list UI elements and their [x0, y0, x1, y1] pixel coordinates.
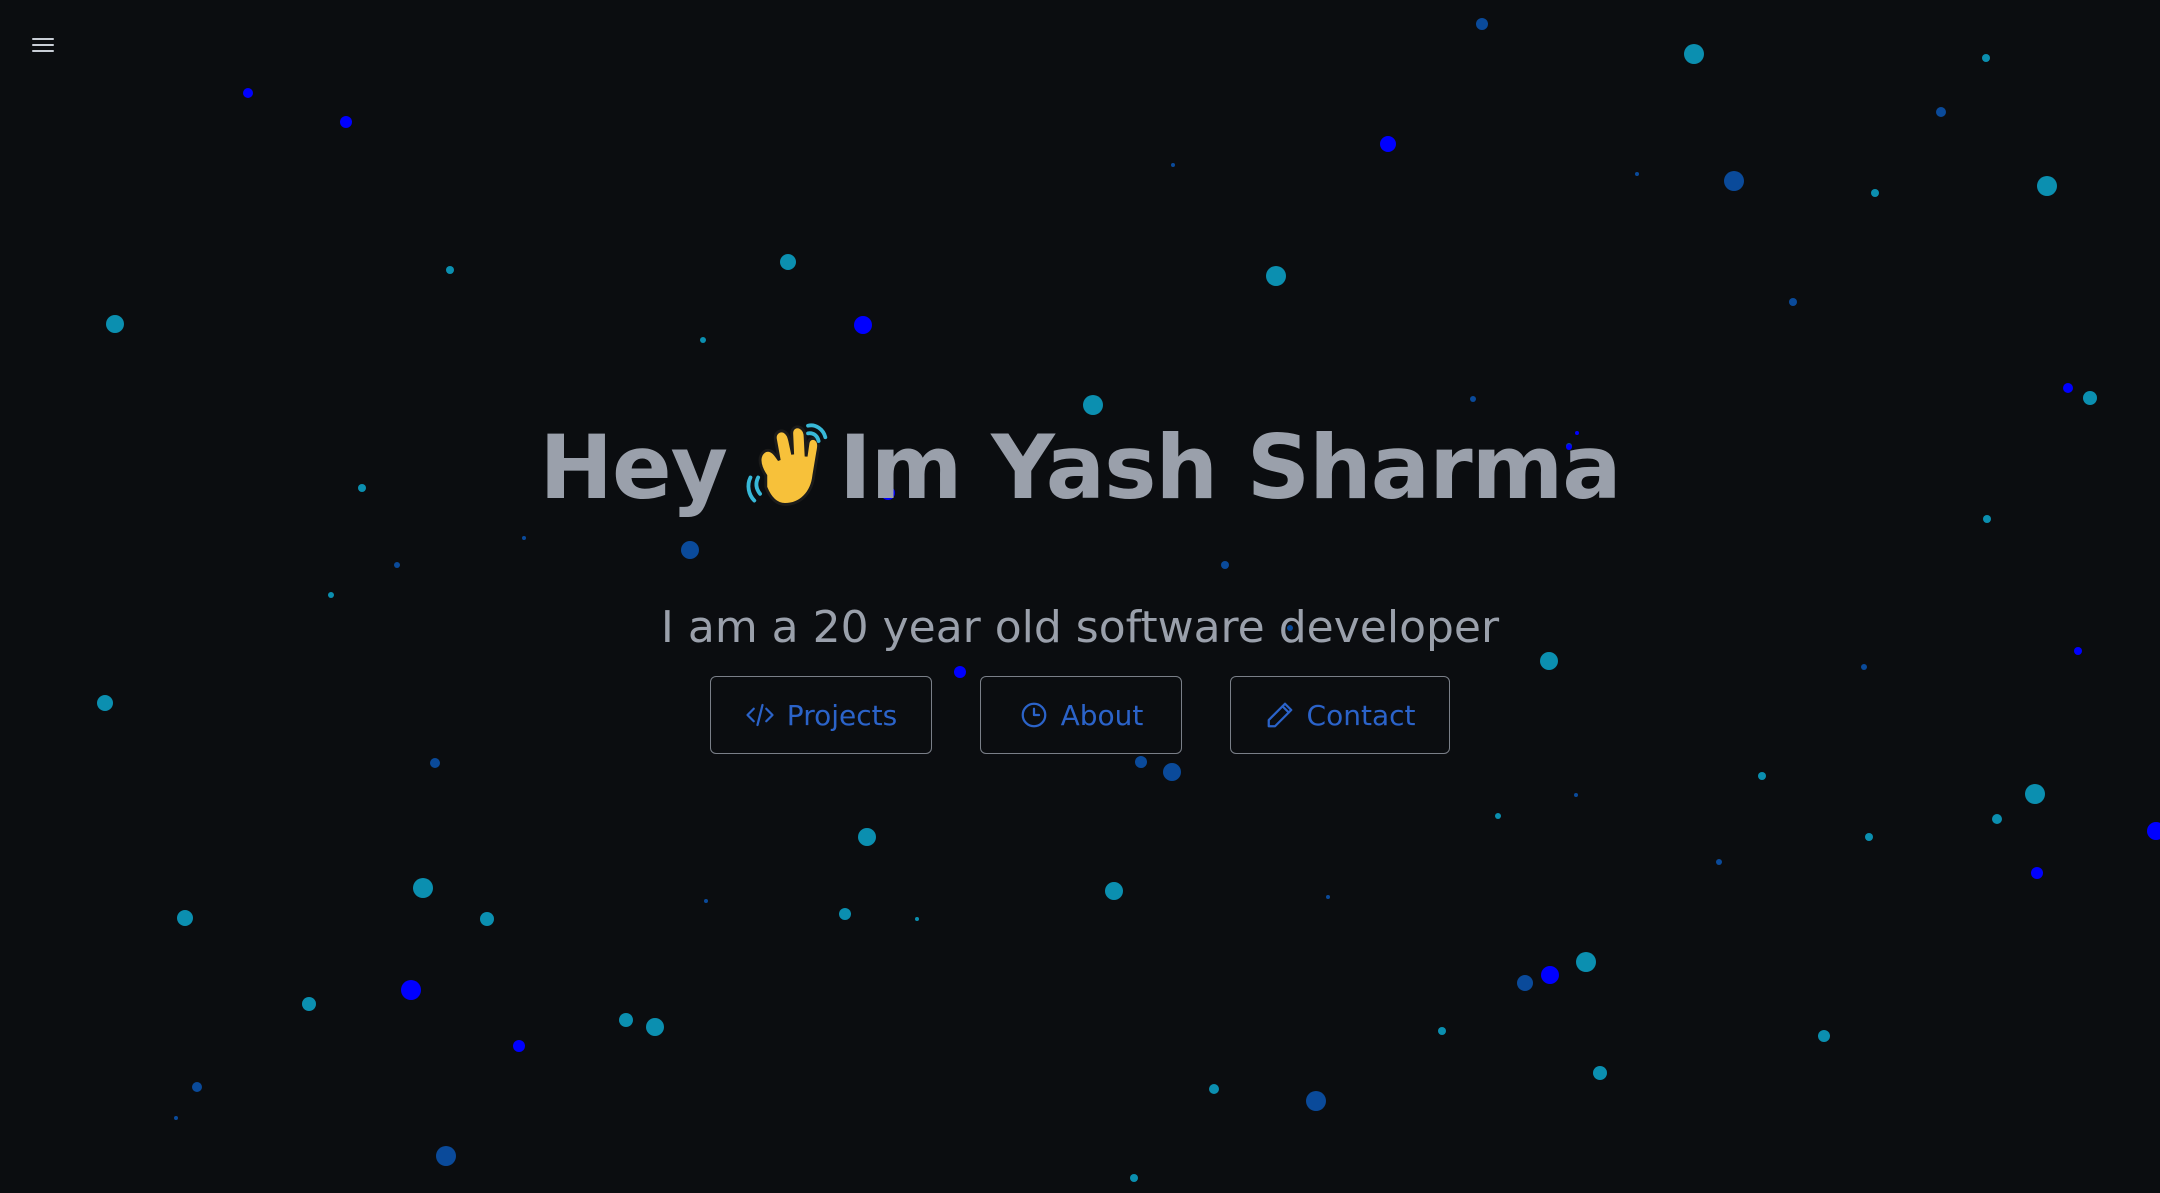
about-button[interactable]: About [980, 676, 1182, 754]
hero-section: Hey Im Yash Sharma I am a 20 year old so… [0, 0, 2160, 1193]
projects-button-label: Projects [786, 698, 898, 732]
projects-button[interactable]: Projects [710, 676, 932, 754]
contact-button[interactable]: Contact [1230, 676, 1450, 754]
subtitle: I am a 20 year old software developer [660, 602, 1500, 653]
contact-button-label: Contact [1306, 698, 1416, 732]
pencil-icon [1267, 702, 1292, 728]
about-button-label: About [1060, 698, 1144, 732]
name-text: Im Yash Sharma [839, 416, 1622, 519]
greeting-text: Hey [539, 416, 728, 519]
page-root: Hey Im Yash Sharma I am a 20 year old so… [0, 0, 2160, 1193]
waving-hand-emoji [746, 423, 828, 506]
code-icon [746, 703, 774, 727]
page-title: Hey Im Yash Sharma [0, 418, 2160, 522]
clock-icon [1021, 702, 1046, 728]
